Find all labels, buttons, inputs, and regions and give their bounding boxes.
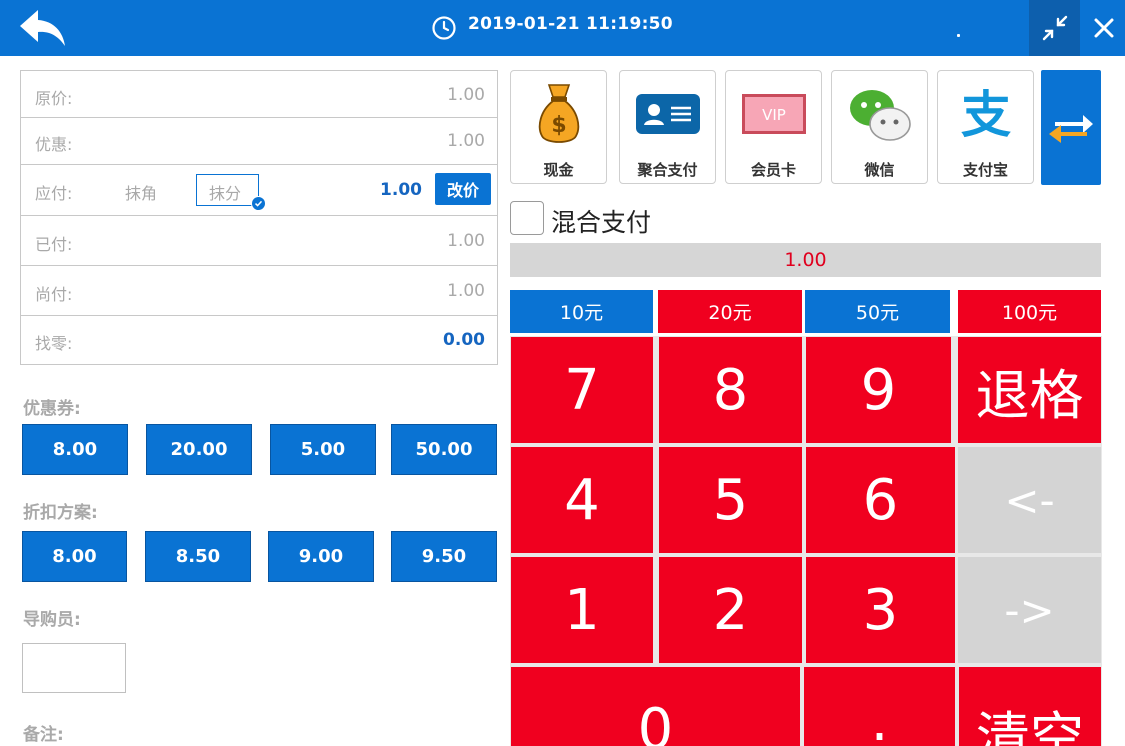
due-row: 尚付: 1.00 (21, 266, 497, 316)
cursor-left-key[interactable]: <- (958, 447, 1101, 553)
coupon-button[interactable]: 8.00 (22, 424, 128, 475)
quick-amount-10[interactable]: 10元 (510, 290, 653, 333)
mixed-payment-label: 混合支付 (551, 208, 652, 237)
discount-plan-button[interactable]: 8.00 (22, 531, 127, 582)
status-dot (957, 34, 960, 37)
vip-card-icon: VIP (741, 94, 806, 134)
change-value: 0.00 (443, 330, 485, 350)
change-label: 找零: (35, 334, 73, 353)
change-row: 找零: 0.00 (21, 316, 497, 365)
shrink-button[interactable] (1029, 0, 1080, 56)
clock-icon (432, 16, 456, 40)
close-button[interactable] (1082, 0, 1125, 56)
paid-value: 1.00 (447, 231, 485, 251)
switch-arrows-icon (1049, 114, 1093, 143)
payment-summary: 原价: 1.00 优惠: 1.00 应付: 抹角 抹分 1.00 改价 已付: … (20, 70, 498, 365)
money-bag-icon: $ (538, 84, 579, 143)
pay-method-label: 微信 (864, 161, 895, 179)
pay-method-label: 聚合支付 (637, 161, 698, 179)
svg-text:$: $ (551, 113, 566, 138)
amount-display: 1.00 (510, 243, 1101, 277)
clear-key[interactable]: 清空 (959, 667, 1101, 746)
shrink-icon (1042, 15, 1067, 41)
switch-payment-button[interactable] (1041, 70, 1101, 185)
original-price-label: 原价: (35, 89, 73, 108)
quick-amount-20[interactable]: 20元 (658, 290, 802, 333)
back-arrow-icon (20, 10, 65, 46)
discount-value: 1.00 (447, 131, 485, 151)
original-price-value: 1.00 (447, 85, 485, 105)
remark-label: 备注: (23, 725, 64, 745)
discount-plan-button[interactable]: 9.50 (391, 531, 497, 582)
key-1[interactable]: 1 (511, 557, 653, 663)
key-dot[interactable]: . (804, 667, 955, 746)
pay-method-label: 现金 (543, 161, 574, 179)
quick-amount-100[interactable]: 100元 (958, 290, 1101, 333)
pay-method-label: 会员卡 (750, 161, 796, 179)
back-button[interactable] (16, 6, 70, 50)
original-price-row: 原价: 1.00 (21, 71, 497, 118)
svg-text:VIP: VIP (762, 106, 786, 124)
key-3[interactable]: 3 (806, 557, 955, 663)
pay-wechat-button[interactable]: 微信 (831, 70, 928, 184)
key-4[interactable]: 4 (511, 447, 653, 553)
guide-input[interactable] (22, 643, 126, 693)
key-0[interactable]: 0 (511, 667, 800, 746)
discount-plan-label: 折扣方案: (23, 503, 98, 523)
edit-price-button[interactable]: 改价 (435, 173, 491, 205)
due-label: 尚付: (35, 285, 73, 304)
backspace-key[interactable]: 退格 (958, 337, 1101, 443)
mixed-payment-checkbox[interactable] (510, 201, 544, 235)
payable-value: 1.00 (380, 180, 422, 200)
key-7[interactable]: 7 (511, 337, 653, 443)
pay-cash-button[interactable]: $ 现金 (510, 70, 607, 184)
discount-row: 优惠: 1.00 (21, 118, 497, 165)
coupon-button[interactable]: 20.00 (146, 424, 252, 475)
key-6[interactable]: 6 (806, 447, 955, 553)
cursor-right-key[interactable]: -> (958, 557, 1101, 663)
pay-member-card-button[interactable]: VIP 会员卡 (725, 70, 822, 184)
round-fen-label: 抹分 (209, 184, 242, 203)
key-2[interactable]: 2 (659, 557, 802, 663)
pay-aggregate-button[interactable]: 聚合支付 (619, 70, 716, 184)
key-5[interactable]: 5 (659, 447, 802, 553)
paid-row: 已付: 1.00 (21, 216, 497, 266)
paid-label: 已付: (35, 235, 73, 254)
coupon-button[interactable]: 50.00 (391, 424, 497, 475)
key-9[interactable]: 9 (806, 337, 951, 443)
round-fen-option[interactable]: 抹分 (196, 174, 266, 211)
pay-alipay-button[interactable]: 支 支付宝 (937, 70, 1034, 184)
guide-label: 导购员: (23, 610, 81, 630)
check-icon (251, 196, 266, 211)
discount-plan-button[interactable]: 8.50 (145, 531, 251, 582)
payable-label: 应付: (35, 184, 73, 203)
coupon-label: 优惠券: (23, 399, 81, 419)
quick-amount-50[interactable]: 50元 (805, 290, 950, 333)
discount-label: 优惠: (35, 135, 73, 154)
discount-plan-button[interactable]: 9.00 (268, 531, 374, 582)
wechat-icon (849, 90, 911, 141)
close-icon (1094, 18, 1113, 38)
payable-row: 应付: 抹角 抹分 1.00 改价 (21, 165, 497, 216)
due-value: 1.00 (447, 281, 485, 301)
pay-method-label: 支付宝 (962, 161, 1008, 179)
round-jiao-option[interactable]: 抹角 (125, 180, 157, 204)
id-card-icon (635, 94, 700, 134)
alipay-icon: 支 (961, 86, 1011, 142)
svg-text:支: 支 (961, 86, 1011, 142)
top-bar: 2019-01-21 11:19:50 (0, 0, 1125, 56)
date-time: 2019-01-21 11:19:50 (468, 14, 673, 34)
key-8[interactable]: 8 (659, 337, 802, 443)
coupon-button[interactable]: 5.00 (270, 424, 376, 475)
